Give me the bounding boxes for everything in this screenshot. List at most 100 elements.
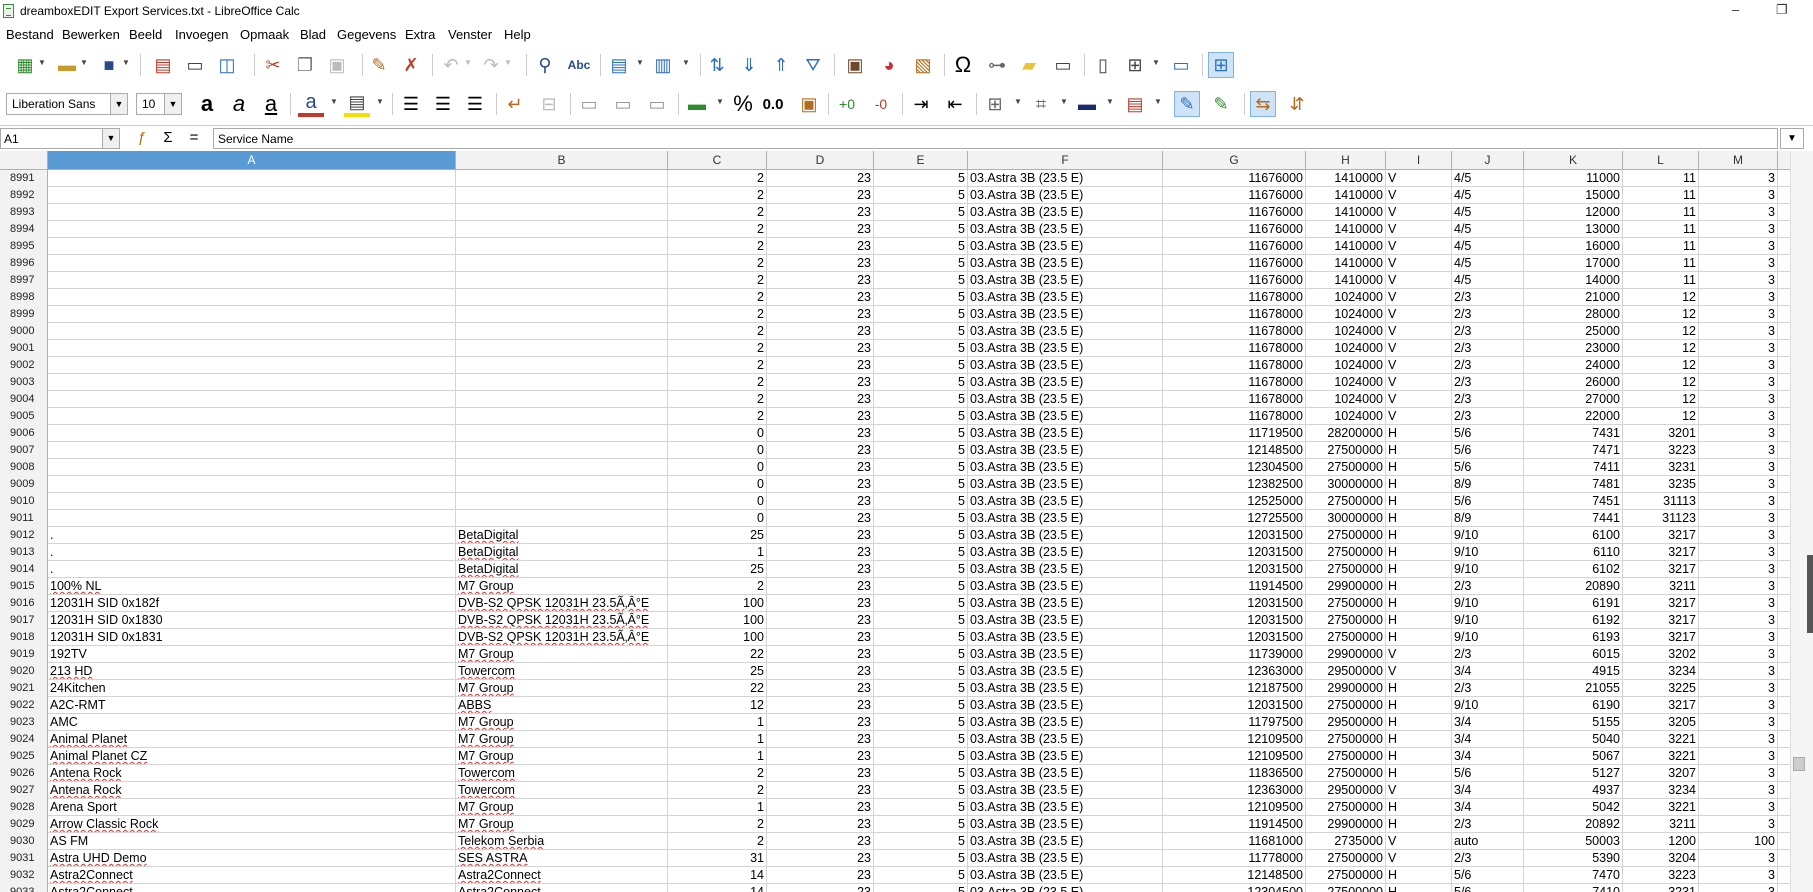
cell-f[interactable]: 03.Astra 3B (23.5 E) bbox=[968, 357, 1163, 373]
cell-j[interactable]: 5/6 bbox=[1452, 867, 1524, 883]
cell-c[interactable]: 1 bbox=[668, 748, 767, 764]
cell-j[interactable]: 3/4 bbox=[1452, 748, 1524, 764]
font-color-icon[interactable]: a bbox=[298, 91, 324, 117]
border-color-icon[interactable]: ▬ bbox=[1074, 91, 1100, 117]
column-header-f[interactable]: F bbox=[968, 151, 1163, 169]
cell-l[interactable]: 11 bbox=[1623, 272, 1699, 288]
cell-d[interactable]: 23 bbox=[767, 782, 874, 798]
cell-d[interactable]: 23 bbox=[767, 816, 874, 832]
cell-m[interactable]: 3 bbox=[1699, 782, 1778, 798]
cell-c[interactable]: 0 bbox=[668, 459, 767, 475]
cell-b[interactable] bbox=[456, 374, 668, 390]
cell-j[interactable]: 3/4 bbox=[1452, 663, 1524, 679]
row-header[interactable]: 9030 bbox=[0, 833, 48, 850]
cell-l[interactable]: 12 bbox=[1623, 289, 1699, 305]
cell-a[interactable]: Astra2Connect bbox=[48, 867, 456, 883]
menu-invoegen[interactable]: Invoegen bbox=[175, 27, 229, 42]
cell-j[interactable]: 2/3 bbox=[1452, 306, 1524, 322]
cell-b[interactable] bbox=[456, 425, 668, 441]
cell-g[interactable]: 11678000 bbox=[1163, 323, 1306, 339]
column-header-e[interactable]: E bbox=[874, 151, 968, 169]
cell-h[interactable]: 27500000 bbox=[1306, 629, 1386, 645]
cell-a[interactable]: Animal Planet bbox=[48, 731, 456, 747]
cell-c[interactable]: 0 bbox=[668, 442, 767, 458]
print-icon[interactable]: ▭ bbox=[182, 52, 208, 78]
row-header[interactable]: 9022 bbox=[0, 697, 48, 714]
chevron-down-icon[interactable]: ▼ bbox=[110, 94, 127, 114]
cell-b[interactable] bbox=[456, 238, 668, 254]
cell-a[interactable] bbox=[48, 459, 456, 475]
cell-a[interactable]: Antena Rock bbox=[48, 782, 456, 798]
font-name-combo[interactable]: Liberation Sans ▼ bbox=[6, 93, 128, 115]
cell-i[interactable]: H bbox=[1386, 510, 1452, 526]
cell-f[interactable]: 03.Astra 3B (23.5 E) bbox=[968, 493, 1163, 509]
cell-k[interactable]: 20890 bbox=[1524, 578, 1623, 594]
cell-f[interactable]: 03.Astra 3B (23.5 E) bbox=[968, 510, 1163, 526]
cell-l[interactable]: 3211 bbox=[1623, 816, 1699, 832]
row-header[interactable]: 8995 bbox=[0, 238, 48, 255]
cell-c[interactable]: 2 bbox=[668, 408, 767, 424]
cell-a[interactable] bbox=[48, 170, 456, 186]
sort-icon[interactable]: ⇅ bbox=[704, 52, 730, 78]
cell-h[interactable]: 27500000 bbox=[1306, 799, 1386, 815]
cell-c[interactable]: 2 bbox=[668, 833, 767, 849]
cell-a[interactable]: 192TV bbox=[48, 646, 456, 662]
cell-j[interactable]: 5/6 bbox=[1452, 442, 1524, 458]
row-header[interactable]: 9025 bbox=[0, 748, 48, 765]
clear-formatting-icon[interactable]: ✗ bbox=[398, 52, 424, 78]
spelling-icon[interactable]: Abc bbox=[566, 52, 592, 78]
cell-a[interactable] bbox=[48, 221, 456, 237]
freeze-dropdown-icon[interactable]: ▼ bbox=[1152, 58, 1160, 67]
cell-k[interactable]: 25000 bbox=[1524, 323, 1623, 339]
border-style-dropdown-icon[interactable]: ▼ bbox=[1060, 97, 1068, 106]
cell-f[interactable]: 03.Astra 3B (23.5 E) bbox=[968, 340, 1163, 356]
comment-icon[interactable]: ▰ bbox=[1016, 52, 1042, 78]
cell-j[interactable]: 5/6 bbox=[1452, 459, 1524, 475]
conditional-format-icon[interactable]: ▤ bbox=[1122, 91, 1148, 117]
cell-g[interactable]: 11719500 bbox=[1163, 425, 1306, 441]
cell-g[interactable]: 11678000 bbox=[1163, 306, 1306, 322]
cell-a[interactable]: Arena Sport bbox=[48, 799, 456, 815]
cell-a[interactable] bbox=[48, 442, 456, 458]
cell-m[interactable]: 3 bbox=[1699, 748, 1778, 764]
cell-e[interactable]: 5 bbox=[874, 816, 968, 832]
minimize-button[interactable]: – bbox=[1732, 2, 1739, 17]
cell-g[interactable]: 11676000 bbox=[1163, 170, 1306, 186]
cell-f[interactable]: 03.Astra 3B (23.5 E) bbox=[968, 680, 1163, 696]
cell-h[interactable]: 1410000 bbox=[1306, 238, 1386, 254]
underline-icon[interactable]: a bbox=[258, 91, 284, 117]
sum-icon[interactable]: Σ bbox=[158, 129, 178, 149]
cell-m[interactable]: 3 bbox=[1699, 884, 1778, 892]
cell-b[interactable]: ABBS bbox=[456, 697, 668, 713]
cell-m[interactable]: 3 bbox=[1699, 612, 1778, 628]
new-dropdown-icon[interactable]: ▼ bbox=[38, 58, 46, 67]
cell-f[interactable]: 03.Astra 3B (23.5 E) bbox=[968, 187, 1163, 203]
cell-g[interactable]: 11676000 bbox=[1163, 221, 1306, 237]
cell-k[interactable]: 21055 bbox=[1524, 680, 1623, 696]
cell-i[interactable]: H bbox=[1386, 765, 1452, 781]
cell-e[interactable]: 5 bbox=[874, 850, 968, 866]
cell-h[interactable]: 1410000 bbox=[1306, 187, 1386, 203]
cell-i[interactable]: H bbox=[1386, 561, 1452, 577]
row-header[interactable]: 9002 bbox=[0, 357, 48, 374]
decrease-indent-icon[interactable]: ⇤ bbox=[942, 91, 968, 117]
row-header[interactable]: 9031 bbox=[0, 850, 48, 867]
cell-h[interactable]: 1024000 bbox=[1306, 357, 1386, 373]
cell-i[interactable]: H bbox=[1386, 544, 1452, 560]
export-pdf-icon[interactable]: ▤ bbox=[150, 52, 176, 78]
cell-c[interactable]: 2 bbox=[668, 391, 767, 407]
cell-d[interactable]: 23 bbox=[767, 391, 874, 407]
cell-l[interactable]: 3234 bbox=[1623, 663, 1699, 679]
cell-a[interactable]: Animal Planet CZ bbox=[48, 748, 456, 764]
cell-c[interactable]: 22 bbox=[668, 680, 767, 696]
cell-g[interactable]: 12187500 bbox=[1163, 680, 1306, 696]
cell-c[interactable]: 0 bbox=[668, 476, 767, 492]
row-header[interactable]: 9011 bbox=[0, 510, 48, 527]
cell-e[interactable]: 5 bbox=[874, 425, 968, 441]
cell-j[interactable]: 2/3 bbox=[1452, 850, 1524, 866]
cell-m[interactable]: 3 bbox=[1699, 272, 1778, 288]
align-right-icon[interactable]: ☰ bbox=[462, 91, 488, 117]
cell-a[interactable] bbox=[48, 510, 456, 526]
cell-d[interactable]: 23 bbox=[767, 272, 874, 288]
cell-k[interactable]: 7470 bbox=[1524, 867, 1623, 883]
